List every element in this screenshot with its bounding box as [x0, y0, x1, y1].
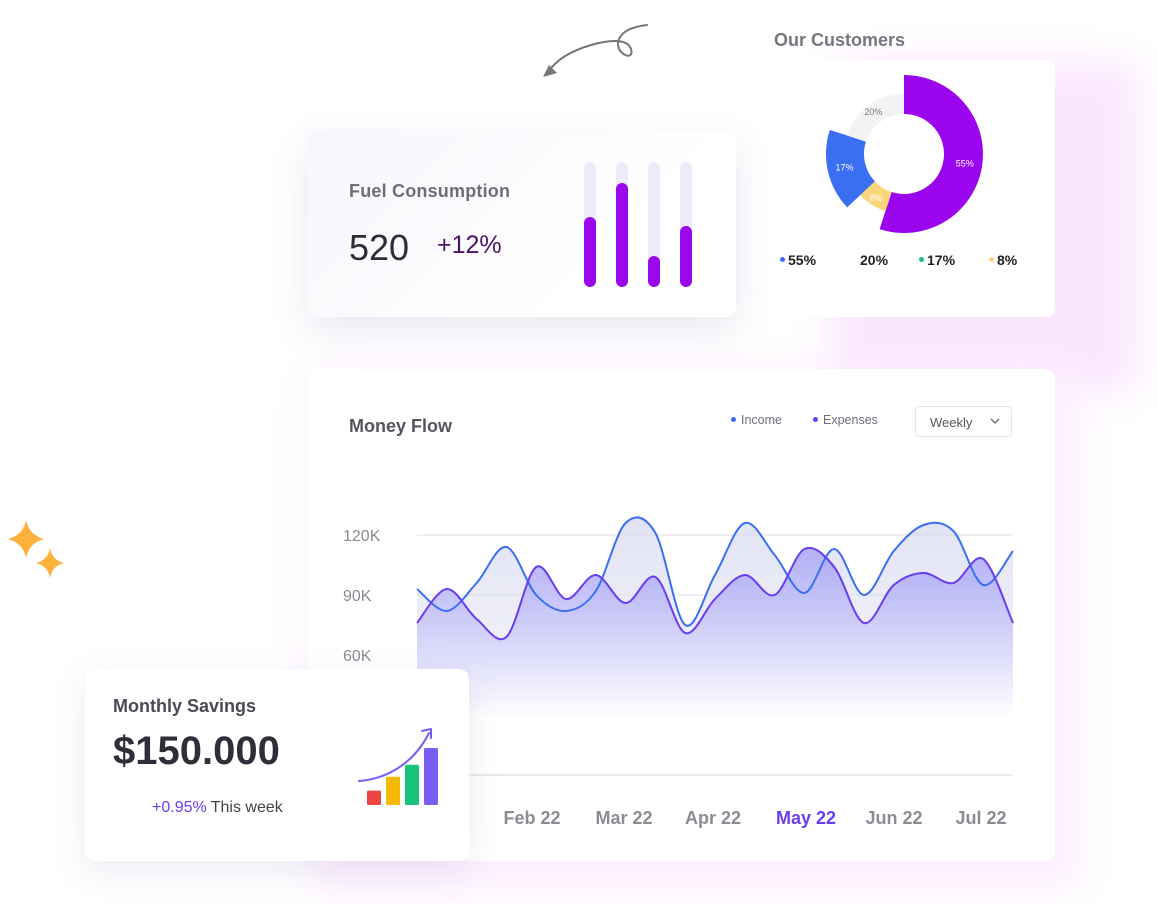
legend-item: 8% [989, 252, 1017, 268]
customers-card: Our Customers 55% 8% 17% 20% 55% 20% 17% 8% [733, 0, 1055, 317]
legend-expenses: Expenses [813, 413, 878, 427]
legend-dot-icon [989, 256, 994, 262]
fuel-bar-track [648, 162, 660, 287]
period-select-value: Weekly [930, 415, 973, 430]
fuel-bar [616, 183, 628, 287]
fuel-change: +12% [437, 231, 502, 259]
fuel-value: 520 [349, 227, 410, 268]
chevron-down-icon [990, 418, 1000, 424]
donut-slice-label: 55% [956, 159, 974, 169]
x-tick-label: May 22 [776, 808, 836, 828]
savings-change: +0.95% [152, 799, 207, 816]
growth-chart-icon [358, 728, 438, 805]
expenses-dot-icon [813, 417, 818, 423]
period-select[interactable]: Weekly [915, 406, 1012, 437]
y-tick-label: 120K [343, 528, 381, 545]
fuel-bar [680, 226, 692, 287]
customers-title: Our Customers [774, 30, 906, 50]
legend-income: Income [731, 413, 782, 427]
savings-period: This week [210, 799, 283, 816]
customers-donut-chart: 55% 8% 17% 20% [826, 75, 983, 233]
x-tick-label: Jun 22 [865, 808, 922, 828]
savings-value: $150.000 [113, 729, 280, 773]
fuel-bar [648, 256, 660, 287]
savings-bar [367, 790, 381, 805]
fuel-bar-track [616, 162, 628, 287]
legend-item: 20% [860, 252, 889, 268]
savings-bar [386, 776, 400, 805]
fuel-title: Fuel Consumption [349, 181, 511, 201]
savings-title: Monthly Savings [113, 696, 257, 716]
x-tick-label: Apr 22 [685, 808, 741, 828]
income-dot-icon [731, 417, 736, 423]
y-tick-label: 60K [343, 648, 372, 665]
donut-slice [846, 94, 904, 142]
money-flow-title: Money Flow [349, 416, 452, 436]
monthly-savings-card: Monthly Savings $150.000 +0.95% This week [85, 669, 469, 861]
sparkle-icon [8, 520, 64, 578]
fuel-consumption-card: Fuel Consumption 520 +12% [308, 130, 736, 317]
curly-arrow-icon [543, 24, 648, 77]
donut-slice-label: 20% [864, 107, 882, 117]
legend-item: 55% [780, 252, 816, 268]
fuel-bar-track [680, 162, 692, 287]
savings-bar [424, 748, 438, 805]
x-tick-label: Mar 22 [595, 808, 652, 828]
legend-dot-icon [919, 256, 924, 262]
y-tick-label: 90K [343, 588, 372, 605]
fuel-bar [584, 217, 596, 287]
donut-slice-label: 17% [835, 162, 853, 172]
fuel-bar-track [584, 162, 596, 287]
donut-slice-label: 8% [870, 193, 883, 203]
x-tick-label: Jul 22 [955, 808, 1006, 828]
savings-bar [405, 764, 419, 805]
x-tick-label: Feb 22 [503, 808, 560, 828]
legend-item: 17% [919, 252, 955, 268]
fuel-bar-chart [584, 162, 696, 287]
savings-footer: +0.95% This week [152, 799, 283, 817]
legend-dot-icon [780, 256, 785, 262]
customers-legend: 55% 20% 17% 8% [780, 252, 1030, 272]
